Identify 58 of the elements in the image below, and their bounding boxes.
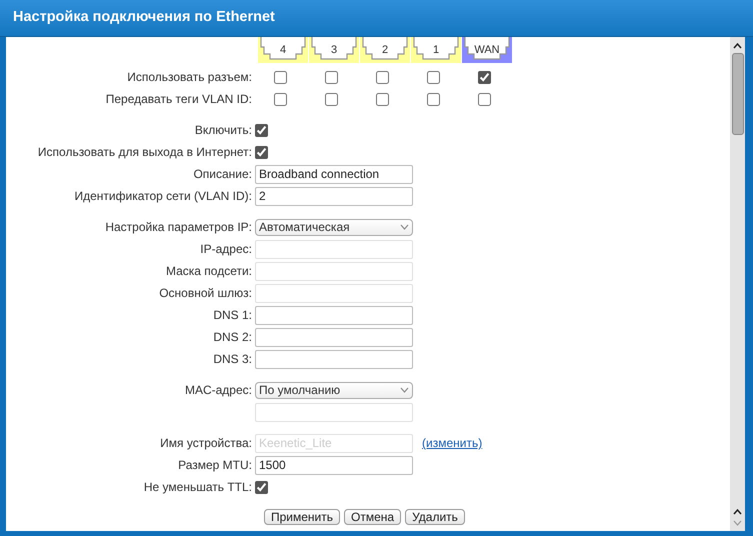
checkbox[interactable] (376, 70, 389, 84)
port-tab[interactable]: WAN (462, 37, 512, 63)
field-label: IP-адрес: (199, 241, 253, 258)
field-label: DNS 3: (212, 351, 253, 368)
scroll-thumb[interactable] (732, 53, 744, 135)
input-field[interactable] (255, 328, 413, 346)
port-tab[interactable]: 2 (360, 37, 410, 63)
input-field[interactable] (255, 306, 413, 324)
field-label: Маска подсети: (164, 263, 253, 280)
field-label: MAC-адрес: (184, 382, 253, 399)
port-label: 2 (380, 43, 390, 58)
port-tab[interactable]: 3 (309, 37, 359, 63)
checkbox[interactable] (376, 92, 389, 106)
field-label: Имя устройства: (159, 435, 253, 452)
checkbox[interactable] (478, 92, 491, 106)
field-label: Идентификатор сети (VLAN ID): (74, 188, 253, 205)
input-field[interactable]: 2 (255, 186, 413, 206)
field-label: Использовать для выхода в Интернет: (36, 144, 253, 161)
field-label: DNS 2: (212, 329, 253, 346)
field-label: Настройка параметров IP: (104, 219, 253, 236)
action-button[interactable]: Отмена (344, 509, 402, 525)
port-tab[interactable]: 1 (411, 37, 461, 63)
port-label: 3 (330, 43, 338, 58)
caret-icon (400, 224, 409, 230)
field-label: Включить: (194, 122, 253, 139)
checkbox[interactable] (427, 92, 440, 106)
checkbox[interactable] (325, 92, 338, 106)
scroll-up-icon[interactable] (732, 508, 743, 516)
input-field[interactable]: Broadband connection (255, 164, 413, 184)
port-label: 4 (278, 43, 288, 58)
field-label: Основной шлюз: (158, 285, 253, 302)
field-label: Передавать теги VLAN ID: (104, 91, 253, 108)
scroll-up-icon[interactable] (732, 42, 743, 50)
checkbox[interactable] (274, 92, 287, 106)
field-label: Использовать разъем: (126, 69, 253, 86)
checkbox[interactable] (427, 70, 440, 84)
port-label: 1 (432, 43, 440, 58)
input-field[interactable] (255, 350, 413, 368)
scrollbar[interactable] (730, 37, 745, 531)
input-field[interactable]: 1500 (255, 456, 413, 474)
field-label: Размер MTU: (177, 457, 253, 474)
checkbox[interactable] (255, 480, 268, 494)
field-label: Не уменьшать TTL: (142, 479, 253, 496)
field-label: Описание: (192, 166, 253, 183)
checkbox[interactable] (325, 70, 338, 84)
dropdown[interactable]: Автоматическая (255, 218, 413, 236)
action-button[interactable]: Удалить (405, 509, 465, 525)
window-title: Настройка подключения по Ethernet (13, 8, 275, 28)
checkbox[interactable] (255, 124, 268, 136)
port-tab[interactable]: 4 (258, 37, 308, 63)
field-label: DNS 1: (212, 307, 253, 324)
dropdown[interactable]: По умолчанию (255, 382, 413, 398)
checkbox[interactable] (478, 70, 491, 84)
action-button[interactable]: Применить (264, 509, 340, 525)
caret-icon (400, 387, 409, 393)
port-label: WAN (473, 43, 501, 58)
checkbox[interactable] (255, 146, 268, 158)
checkbox[interactable] (274, 70, 287, 84)
